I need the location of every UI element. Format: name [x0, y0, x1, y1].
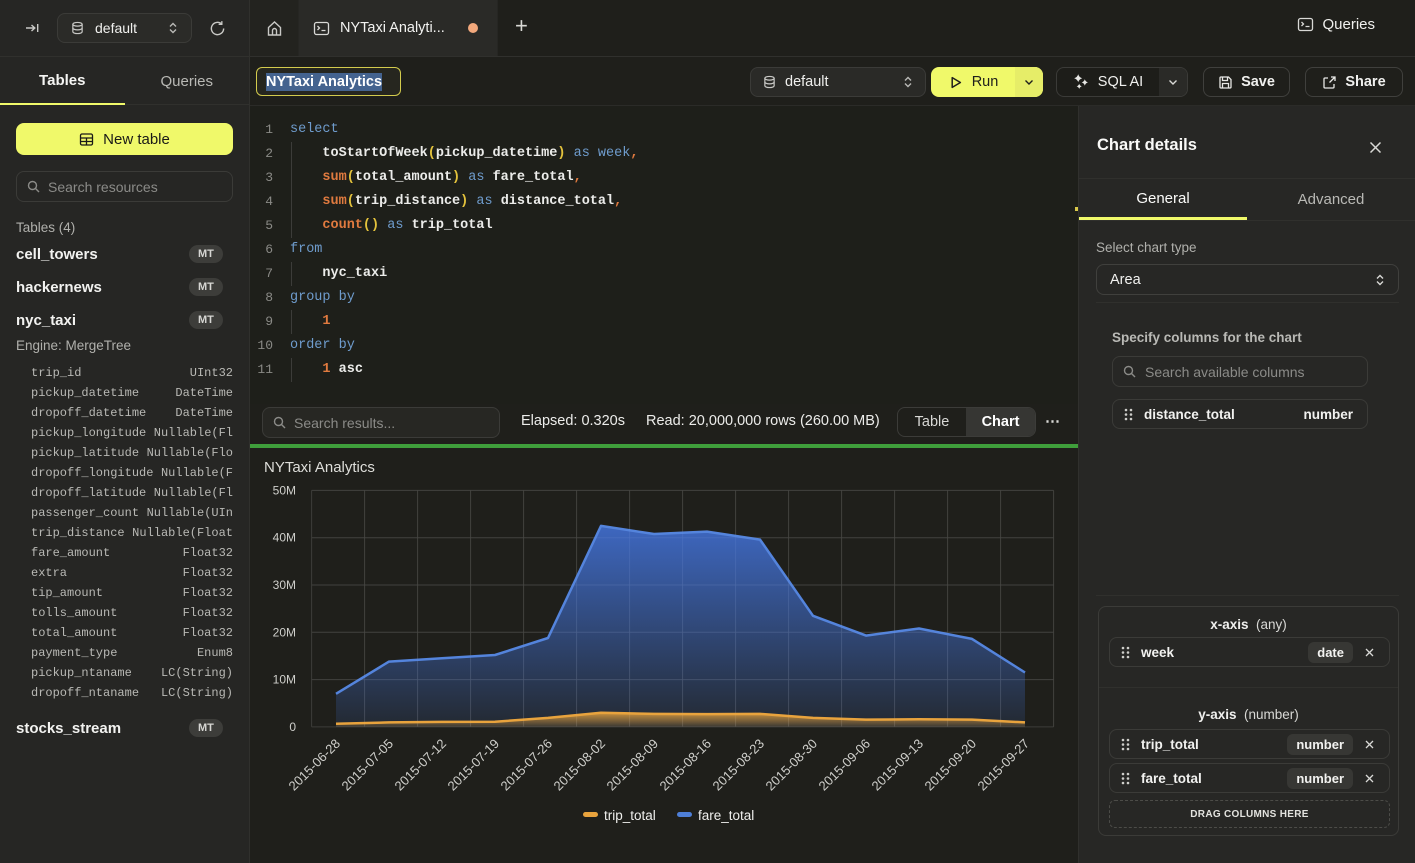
svg-text:2015-07-26: 2015-07-26: [497, 736, 555, 794]
svg-text:2015-07-19: 2015-07-19: [444, 736, 502, 794]
svg-text:2015-06-28: 2015-06-28: [285, 736, 343, 794]
svg-text:50M: 50M: [273, 483, 296, 497]
svg-text:trip_total: trip_total: [604, 808, 656, 823]
svg-text:2015-08-16: 2015-08-16: [656, 736, 714, 794]
svg-text:2015-09-20: 2015-09-20: [921, 736, 979, 794]
svg-text:2015-09-27: 2015-09-27: [974, 736, 1032, 794]
svg-text:20M: 20M: [273, 625, 296, 639]
svg-text:2015-08-02: 2015-08-02: [550, 736, 608, 794]
svg-text:2015-07-12: 2015-07-12: [391, 736, 449, 794]
svg-text:40M: 40M: [273, 531, 296, 545]
svg-text:0: 0: [289, 720, 296, 734]
svg-text:10M: 10M: [273, 673, 296, 687]
svg-text:30M: 30M: [273, 578, 296, 592]
svg-text:2015-08-09: 2015-08-09: [603, 736, 661, 794]
svg-text:2015-09-13: 2015-09-13: [868, 736, 926, 794]
svg-text:2015-08-30: 2015-08-30: [762, 736, 820, 794]
svg-text:2015-08-23: 2015-08-23: [709, 736, 767, 794]
svg-text:fare_total: fare_total: [698, 808, 754, 823]
svg-text:2015-09-06: 2015-09-06: [815, 736, 873, 794]
svg-text:2015-07-05: 2015-07-05: [338, 736, 396, 794]
